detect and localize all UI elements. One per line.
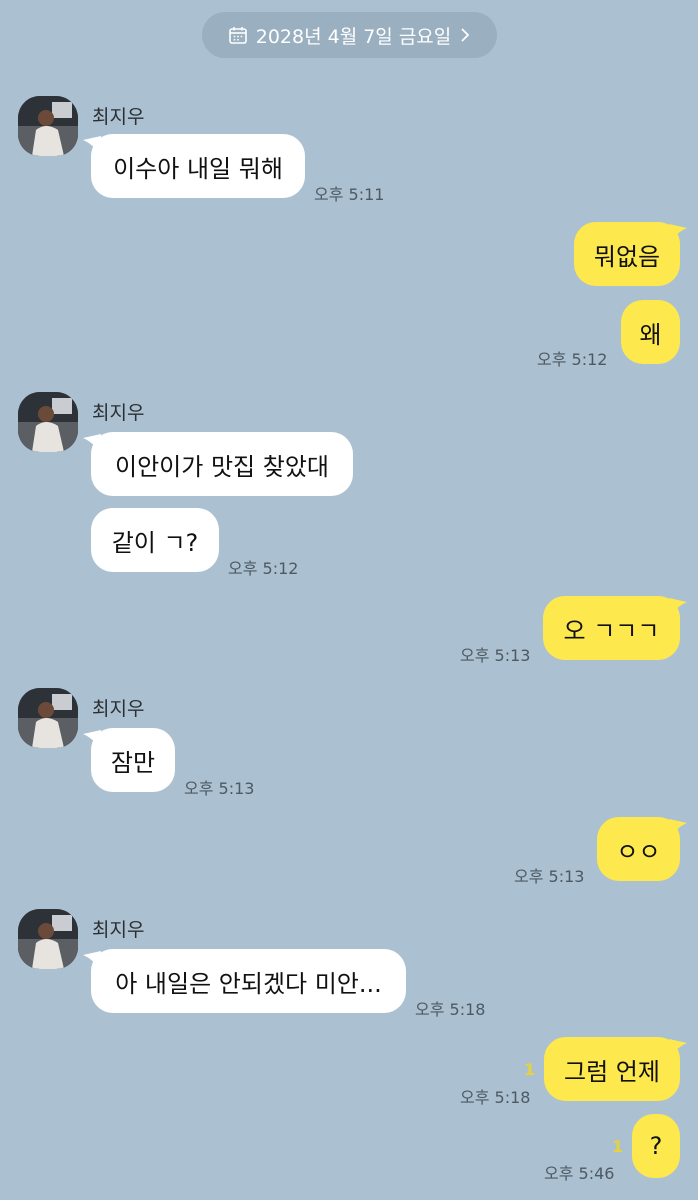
message-time: 오후 5:13 bbox=[184, 779, 255, 798]
message-bubble[interactable]: ㅇㅇ bbox=[597, 817, 680, 881]
sender-name: 최지우 bbox=[92, 402, 145, 424]
message-text: 왜 bbox=[639, 320, 662, 349]
unread-count: 1 bbox=[524, 1060, 536, 1079]
message-bubble[interactable]: 이수아 내일 뭐해 bbox=[91, 134, 305, 198]
sender-name: 최지우 bbox=[92, 106, 145, 128]
message-text: 그럼 언제 bbox=[564, 1057, 660, 1086]
sender-name: 최지우 bbox=[92, 698, 145, 720]
message-bubble[interactable]: 이안이가 맛집 찾았대 bbox=[91, 432, 353, 496]
message-text: 잠만 bbox=[110, 748, 156, 777]
message-bubble[interactable]: 왜 bbox=[621, 300, 680, 364]
message-time: 오후 5:13 bbox=[514, 867, 585, 886]
avatar[interactable] bbox=[18, 909, 78, 969]
message-text: ㅇㅇ bbox=[616, 837, 661, 866]
message-time: 오후 5:11 bbox=[314, 185, 385, 204]
message-text: ? bbox=[649, 1132, 663, 1160]
message-text: 아 내일은 안되겠다 미안... bbox=[115, 969, 382, 998]
message-text: 뭐없음 bbox=[593, 242, 661, 271]
chevron-right-icon bbox=[461, 28, 470, 42]
message-time: 오후 5:12 bbox=[228, 559, 299, 578]
calendar-icon bbox=[228, 27, 247, 44]
unread-count: 1 bbox=[612, 1137, 624, 1156]
message-time: 오후 5:12 bbox=[537, 350, 608, 369]
message-bubble[interactable]: 잠만 bbox=[91, 728, 175, 792]
avatar[interactable] bbox=[18, 688, 78, 748]
avatar[interactable] bbox=[18, 392, 78, 452]
date-divider[interactable]: 2028년 4월 7일 금요일 bbox=[202, 12, 497, 58]
message-text: 이안이가 맛집 찾았대 bbox=[115, 452, 329, 481]
message-bubble[interactable]: 그럼 언제 bbox=[544, 1037, 680, 1101]
message-text: 오 ㄱㄱㄱ bbox=[563, 616, 660, 645]
message-time: 오후 5:46 bbox=[544, 1164, 615, 1183]
message-bubble[interactable]: 아 내일은 안되겠다 미안... bbox=[91, 949, 406, 1013]
message-text: 같이 ㄱ? bbox=[111, 528, 199, 557]
avatar[interactable] bbox=[18, 96, 78, 156]
message-bubble[interactable]: 같이 ㄱ? bbox=[91, 508, 219, 572]
message-text: 이수아 내일 뭐해 bbox=[113, 154, 283, 183]
sender-name: 최지우 bbox=[92, 919, 145, 941]
message-bubble[interactable]: 뭐없음 bbox=[574, 222, 680, 286]
message-time: 오후 5:18 bbox=[415, 1000, 486, 1019]
message-time: 오후 5:18 bbox=[460, 1088, 531, 1107]
message-bubble[interactable]: 오 ㄱㄱㄱ bbox=[543, 596, 680, 660]
message-time: 오후 5:13 bbox=[460, 646, 531, 665]
message-bubble[interactable]: ? bbox=[632, 1114, 680, 1178]
date-label: 2028년 4월 7일 금요일 bbox=[255, 25, 452, 48]
